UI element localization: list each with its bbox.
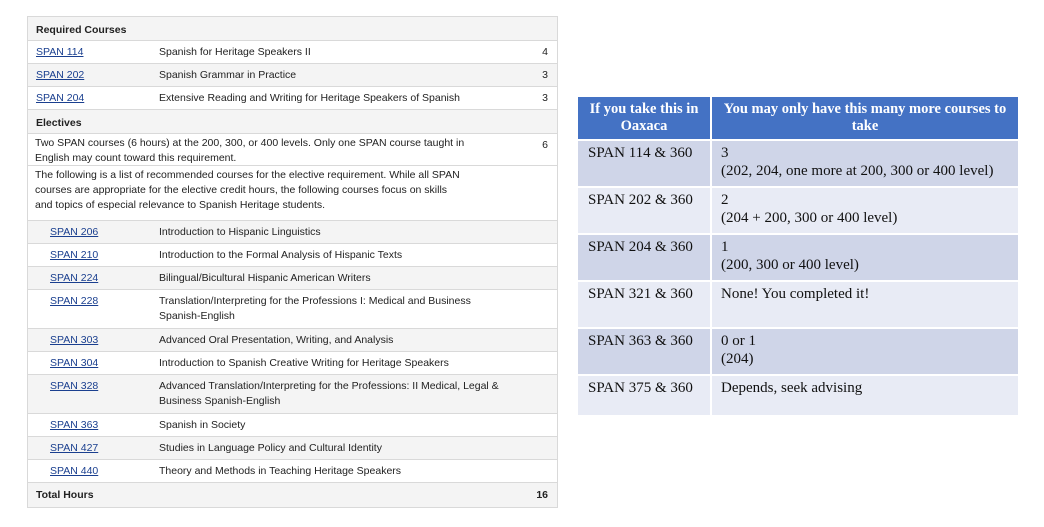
course-link-span-440[interactable]: SPAN 440 (50, 464, 98, 479)
course-row: SPAN 114 Spanish for Heritage Speakers I… (28, 41, 557, 64)
total-hours-row: Total Hours 16 (28, 483, 557, 507)
header-take-in-oaxaca: If you take this in Oaxaca (578, 97, 712, 139)
course-row: SPAN 202 Spanish Grammar in Practice 3 (28, 64, 557, 87)
course-title: Translation/Interpreting for the Profess… (159, 295, 471, 322)
course-requirements-table: Required Courses SPAN 114 Spanish for He… (27, 16, 558, 508)
course-row: SPAN 204 Extensive Reading and Writing f… (28, 87, 557, 110)
oaxaca-header-row: If you take this in Oaxaca You may only … (578, 97, 1018, 139)
oaxaca-course: SPAN 204 & 360 (578, 233, 712, 280)
remaining-note: (204) (721, 351, 754, 367)
course-hours: 3 (542, 69, 548, 81)
course-title: Introduction to Hispanic Linguistics (159, 226, 321, 238)
course-link-span-304[interactable]: SPAN 304 (50, 356, 98, 371)
course-hours: 3 (542, 92, 548, 104)
course-title: Extensive Reading and Writing for Herita… (159, 92, 460, 104)
remaining-count: Depends, seek advising (721, 380, 863, 396)
remaining-count: 2 (721, 192, 729, 208)
remaining-count: 1 (721, 239, 729, 255)
course-link-span-204[interactable]: SPAN 204 (36, 91, 84, 106)
course-link-span-210[interactable]: SPAN 210 (50, 248, 98, 263)
oaxaca-row: SPAN 375 & 360 Depends, seek advising (578, 374, 1018, 415)
total-hours-value: 16 (536, 489, 548, 501)
course-hours: 4 (542, 46, 548, 58)
elective-row: SPAN 363 Spanish in Society (28, 414, 557, 437)
oaxaca-remaining: 2 (204 + 200, 300 or 400 level) (712, 186, 1018, 233)
elective-row: SPAN 328 Advanced Translation/Interpreti… (28, 375, 557, 414)
course-title: Advanced Translation/Interpreting for th… (159, 380, 499, 407)
course-link-span-114[interactable]: SPAN 114 (36, 45, 83, 60)
course-title: Bilingual/Bicultural Hispanic American W… (159, 272, 371, 284)
oaxaca-row: SPAN 202 & 360 2 (204 + 200, 300 or 400 l… (578, 186, 1018, 233)
elective-row: SPAN 304 Introduction to Spanish Creativ… (28, 352, 557, 375)
oaxaca-remaining: None! You completed it! (712, 280, 1018, 327)
oaxaca-remaining: 0 or 1 (204) (712, 327, 1018, 374)
course-title: Introduction to Spanish Creative Writing… (159, 357, 449, 369)
elective-row: SPAN 210 Introduction to the Formal Anal… (28, 244, 557, 267)
course-link-span-427[interactable]: SPAN 427 (50, 441, 98, 456)
elective-row: SPAN 224 Bilingual/Bicultural Hispanic A… (28, 267, 557, 290)
electives-description-row: Two SPAN courses (6 hours) at the 200, 3… (28, 134, 557, 166)
oaxaca-remaining: 1 (200, 300 or 400 level) (712, 233, 1018, 280)
oaxaca-course: SPAN 321 & 360 (578, 280, 712, 327)
oaxaca-course: SPAN 363 & 360 (578, 327, 712, 374)
course-title: Spanish in Society (159, 419, 246, 431)
electives-heading: Electives (28, 110, 557, 134)
course-title: Studies in Language Policy and Cultural … (159, 442, 382, 454)
elective-row: SPAN 427 Studies in Language Policy and … (28, 437, 557, 460)
remaining-count: 3 (721, 145, 729, 161)
remaining-count: 0 or 1 (721, 333, 756, 349)
course-link-span-363[interactable]: SPAN 363 (50, 418, 98, 433)
oaxaca-row: SPAN 114 & 360 3 (202, 204, one more at 2… (578, 139, 1018, 186)
oaxaca-course: SPAN 114 & 360 (578, 139, 712, 186)
oaxaca-course: SPAN 375 & 360 (578, 374, 712, 415)
course-title: Introduction to the Formal Analysis of H… (159, 249, 403, 261)
oaxaca-table: If you take this in Oaxaca You may only … (578, 97, 1018, 415)
remaining-note: (202, 204, one more at 200, 300 or 400 l… (721, 163, 994, 179)
elective-row: SPAN 206 Introduction to Hispanic Lingui… (28, 221, 557, 244)
course-title: Theory and Methods in Teaching Heritage … (159, 465, 402, 477)
recommendation-text: The following is a list of recommended c… (35, 169, 460, 211)
course-link-span-328[interactable]: SPAN 328 (50, 379, 98, 394)
course-link-span-303[interactable]: SPAN 303 (50, 333, 98, 348)
course-title: Advanced Oral Presentation, Writing, and… (159, 334, 394, 346)
remaining-count: None! You completed it! (721, 286, 870, 302)
oaxaca-row: SPAN 204 & 360 1 (200, 300 or 400 level) (578, 233, 1018, 280)
oaxaca-course: SPAN 202 & 360 (578, 186, 712, 233)
electives-description: Two SPAN courses (6 hours) at the 200, 3… (35, 137, 465, 164)
oaxaca-remaining: 3 (202, 204, one more at 200, 300 or 400 … (712, 139, 1018, 186)
elective-row: SPAN 303 Advanced Oral Presentation, Wri… (28, 329, 557, 352)
oaxaca-row: SPAN 363 & 360 0 or 1 (204) (578, 327, 1018, 374)
course-link-span-202[interactable]: SPAN 202 (36, 68, 84, 83)
course-link-span-228[interactable]: SPAN 228 (50, 294, 98, 309)
remaining-note: (204 + 200, 300 or 400 level) (721, 210, 898, 226)
remaining-note: (200, 300 or 400 level) (721, 257, 859, 273)
recommendation-row: The following is a list of recommended c… (28, 166, 557, 221)
course-title: Spanish Grammar in Practice (159, 69, 297, 81)
required-courses-heading: Required Courses (28, 17, 557, 41)
course-link-span-224[interactable]: SPAN 224 (50, 271, 98, 286)
total-hours-label: Total Hours (36, 489, 94, 501)
elective-row: SPAN 440 Theory and Methods in Teaching … (28, 460, 557, 483)
course-title: Spanish for Heritage Speakers II (159, 46, 311, 58)
header-remaining-courses: You may only have this many more courses… (712, 97, 1018, 139)
oaxaca-row: SPAN 321 & 360 None! You completed it! (578, 280, 1018, 327)
course-link-span-206[interactable]: SPAN 206 (50, 225, 98, 240)
electives-hours: 6 (542, 139, 548, 151)
elective-row: SPAN 228 Translation/Interpreting for th… (28, 290, 557, 329)
oaxaca-remaining: Depends, seek advising (712, 374, 1018, 415)
